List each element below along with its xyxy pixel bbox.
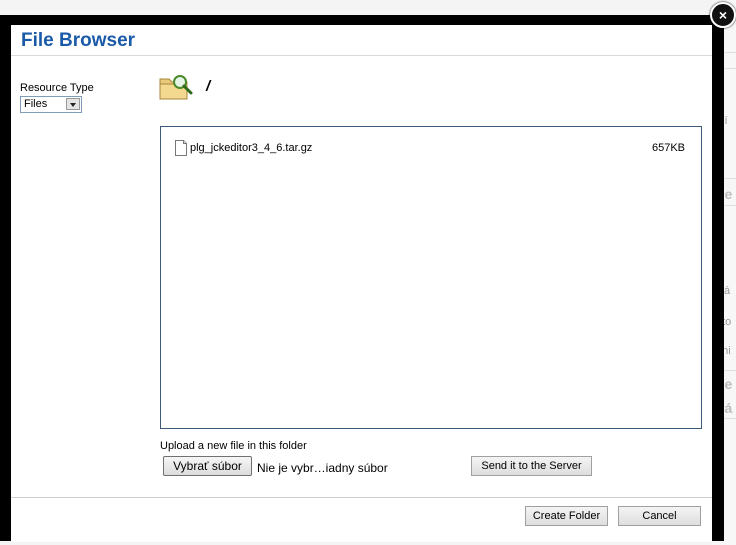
file-size: 657KB	[651, 142, 685, 154]
file-icon	[175, 140, 187, 156]
list-item[interactable]: plg_jckeditor3_4_6.tar.gz 657KB	[175, 139, 685, 157]
resource-type-value: Files	[24, 98, 48, 110]
file-browser-dialog: File Browser Resource Type Files / plg_j…	[11, 25, 712, 542]
resource-type-select[interactable]: Files	[20, 96, 82, 113]
cancel-button[interactable]: Cancel	[618, 506, 701, 526]
send-to-server-button[interactable]: Send it to the Server	[471, 456, 592, 476]
resource-type-label: Resource Type	[20, 82, 94, 94]
choose-file-button[interactable]: Vybrať súbor	[163, 456, 252, 476]
folder-search-icon	[159, 75, 193, 100]
file-name[interactable]: plg_jckeditor3_4_6.tar.gz	[190, 142, 312, 154]
upload-label: Upload a new file in this folder	[160, 440, 307, 452]
resource-panel: Resource Type Files	[11, 56, 151, 497]
title-bar: File Browser	[11, 25, 712, 56]
dialog-title: File Browser	[21, 30, 136, 51]
chevron-down-icon[interactable]	[66, 98, 80, 110]
current-path: /	[206, 78, 211, 95]
create-folder-button[interactable]: Create Folder	[525, 506, 608, 526]
close-button[interactable]: ×	[710, 2, 736, 28]
no-file-text: Nie je vybr…iadny súbor	[257, 461, 388, 475]
footer-divider	[11, 497, 712, 498]
close-icon: ×	[718, 7, 728, 23]
file-list: plg_jckeditor3_4_6.tar.gz 657KB	[160, 126, 702, 429]
